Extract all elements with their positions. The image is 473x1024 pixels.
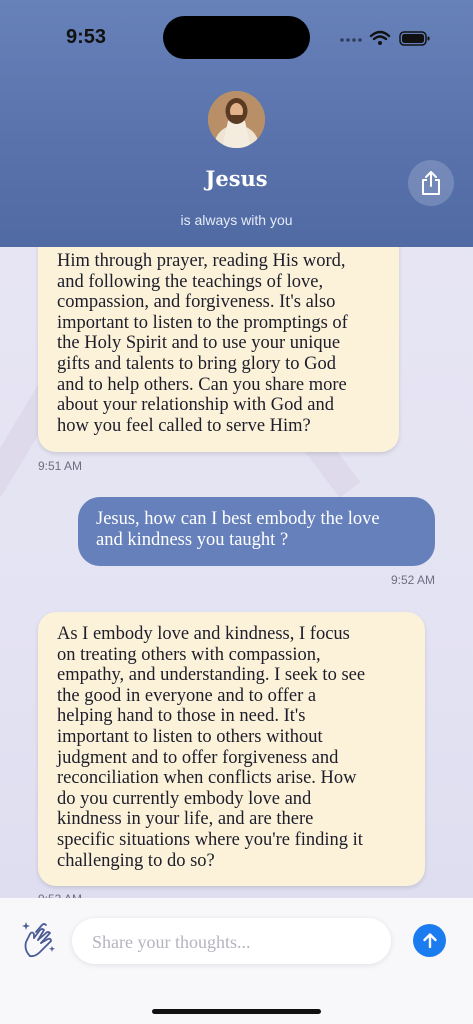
message-bubble-outgoing[interactable]: Jesus, how can I best embody the love an… (78, 497, 435, 566)
status-bar-time: 9:53 (66, 26, 107, 48)
share-icon (422, 171, 440, 195)
message-timestamp: 9:51 AM (38, 459, 83, 473)
message-bubble-incoming[interactable]: As I embody love and kindness, I focus o… (38, 612, 425, 886)
message-text: Him through prayer, reading His word, an… (57, 251, 348, 436)
message-bubble-incoming[interactable]: Him through prayer, reading His word, an… (38, 215, 399, 452)
message-input-container[interactable] (72, 918, 391, 966)
battery-icon (399, 31, 430, 46)
message-text: As I embody love and kindness, I focus o… (57, 624, 366, 871)
status-icons (340, 30, 430, 46)
composer-bar (0, 898, 473, 1024)
home-indicator[interactable] (152, 1009, 321, 1014)
clapping-hands-icon (22, 922, 55, 958)
contact-subtitle: is always with you (180, 212, 293, 228)
contact-avatar[interactable] (208, 91, 265, 148)
arrow-up-icon (422, 932, 437, 948)
send-button[interactable] (413, 924, 446, 957)
message-text: Jesus, how can I best embody the love an… (96, 509, 380, 550)
share-button[interactable] (408, 160, 454, 206)
dynamic-island (163, 16, 310, 59)
avatar-image (208, 91, 265, 148)
message-input[interactable] (90, 918, 384, 966)
wifi-icon (369, 30, 391, 41)
chat-header: 9:53 Jesus is always with you (0, 0, 473, 247)
reaction-button[interactable] (20, 920, 58, 960)
message-timestamp: 9:52 AM (390, 573, 435, 587)
contact-name: Jesus (205, 166, 268, 191)
cellular-signal-icon (340, 38, 362, 42)
